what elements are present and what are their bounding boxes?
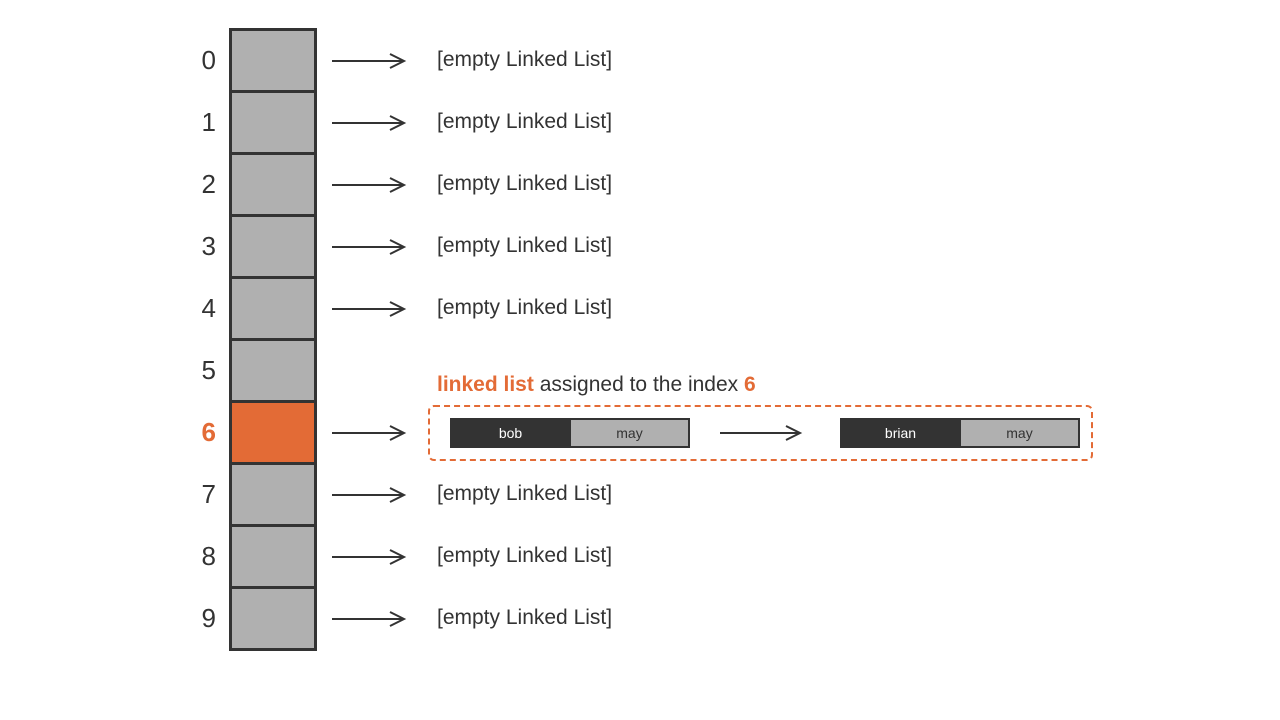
- arrow-icon: [332, 301, 412, 317]
- linked-list-caption: linked list assigned to the index 6: [437, 373, 756, 397]
- bucket-label-7: [empty Linked List]: [437, 482, 612, 506]
- index-label-2: 2: [180, 169, 216, 200]
- array-cell-5: [232, 338, 314, 400]
- index-label-5: 5: [180, 355, 216, 386]
- arrow-icon: [332, 53, 412, 69]
- array-cell-2: [232, 152, 314, 214]
- bucket-label-1: [empty Linked List]: [437, 110, 612, 134]
- index-label-3: 3: [180, 231, 216, 262]
- caption-strong-2: 6: [744, 373, 756, 396]
- bucket-label-8: [empty Linked List]: [437, 544, 612, 568]
- node-value: may: [959, 420, 1078, 446]
- arrow-icon: [332, 115, 412, 131]
- bucket-label-4: [empty Linked List]: [437, 296, 612, 320]
- index-label-4: 4: [180, 293, 216, 324]
- linked-list-node-2: brian may: [840, 418, 1080, 448]
- array-cell-3: [232, 214, 314, 276]
- arrow-icon: [332, 239, 412, 255]
- arrow-icon: [332, 549, 412, 565]
- arrow-icon: [720, 425, 810, 441]
- hash-array: [229, 28, 317, 651]
- node-value: may: [569, 420, 688, 446]
- arrow-icon: [332, 611, 412, 627]
- array-cell-1: [232, 90, 314, 152]
- caption-text: assigned to the index: [534, 373, 744, 396]
- bucket-label-3: [empty Linked List]: [437, 234, 612, 258]
- array-cell-4: [232, 276, 314, 338]
- index-label-0: 0: [180, 45, 216, 76]
- index-label-9: 9: [180, 603, 216, 634]
- index-label-8: 8: [180, 541, 216, 572]
- arrow-icon: [332, 487, 412, 503]
- bucket-label-2: [empty Linked List]: [437, 172, 612, 196]
- array-cell-7: [232, 462, 314, 524]
- hash-table-diagram: 0 1 2 3 4 5 6 7 8 9 [empty Linked List] …: [0, 0, 1280, 720]
- index-label-6: 6: [180, 417, 216, 448]
- linked-list-node-1: bob may: [450, 418, 690, 448]
- node-key: brian: [842, 420, 959, 446]
- array-cell-6: [232, 400, 314, 462]
- arrow-icon: [332, 425, 412, 441]
- array-cell-9: [232, 586, 314, 648]
- array-cell-8: [232, 524, 314, 586]
- bucket-label-9: [empty Linked List]: [437, 606, 612, 630]
- index-label-1: 1: [180, 107, 216, 138]
- caption-strong-1: linked list: [437, 373, 534, 396]
- arrow-icon: [332, 177, 412, 193]
- array-cell-0: [232, 28, 314, 90]
- index-label-7: 7: [180, 479, 216, 510]
- bucket-label-0: [empty Linked List]: [437, 48, 612, 72]
- node-key: bob: [452, 420, 569, 446]
